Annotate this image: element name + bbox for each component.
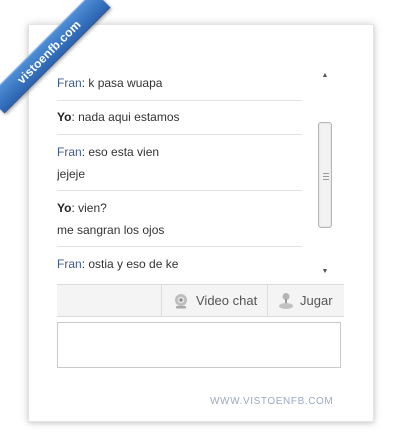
message-first-line: Fran: eso esta vien	[57, 145, 160, 159]
message-text: me sangran los ojos	[57, 223, 165, 237]
video-chat-label: Video chat	[196, 293, 258, 308]
chat-toolbar: Video chat Jugar	[57, 284, 344, 317]
play-game-label: Jugar	[300, 293, 333, 308]
sender-name: Fran	[57, 76, 82, 90]
message-first-line: Yo: nada aqui estamos	[57, 110, 180, 124]
sender-name: Yo	[57, 201, 72, 215]
message-first-line: Fran: k pasa wuapa	[57, 76, 163, 90]
sender-name: Fran	[57, 145, 82, 159]
message-first-line: Fran: ostia y eso de ke	[57, 257, 179, 271]
message-scrollbar[interactable]: ▲ ▼	[317, 70, 333, 278]
sender-name: Fran	[57, 257, 82, 271]
message-text: jejeje	[57, 167, 86, 181]
message-text: vien?	[78, 201, 107, 215]
message-divider	[57, 246, 302, 247]
watermark-text: WWW.VISTOENFB.COM	[210, 396, 334, 407]
joystick-icon	[279, 292, 293, 309]
scroll-down-arrow-icon[interactable]: ▼	[317, 266, 333, 278]
message-item: Fran: eso esta vien jejeje	[57, 145, 302, 181]
message-text: nada aqui estamos	[78, 110, 180, 124]
message-divider	[57, 190, 302, 191]
message-text: k pasa wuapa	[88, 76, 163, 90]
sender-name: Yo	[57, 110, 72, 124]
scrollbar-thumb[interactable]	[318, 122, 332, 228]
play-game-button[interactable]: Jugar	[267, 285, 344, 316]
message-divider	[57, 134, 302, 135]
message-first-line: Yo: vien?	[57, 201, 107, 215]
webcam-icon	[175, 293, 187, 308]
message-text: eso esta vien	[88, 145, 160, 159]
message-text: ostia y eso de ke	[88, 257, 179, 271]
scroll-up-arrow-icon[interactable]: ▲	[317, 70, 333, 82]
message-item: Yo: nada aqui estamos	[57, 110, 302, 124]
message-list: Fran: k pasa wuapa Yo: nada aqui estamos…	[57, 68, 333, 280]
grip-icon	[323, 173, 329, 182]
message-item: Yo: vien? me sangran los ojos	[57, 201, 302, 237]
message-divider	[57, 100, 302, 101]
message-item: Fran: k pasa wuapa	[57, 76, 302, 90]
video-chat-button[interactable]: Video chat	[161, 285, 267, 316]
message-item: Fran: ostia y eso de ke	[57, 257, 302, 271]
message-input[interactable]	[57, 322, 341, 368]
